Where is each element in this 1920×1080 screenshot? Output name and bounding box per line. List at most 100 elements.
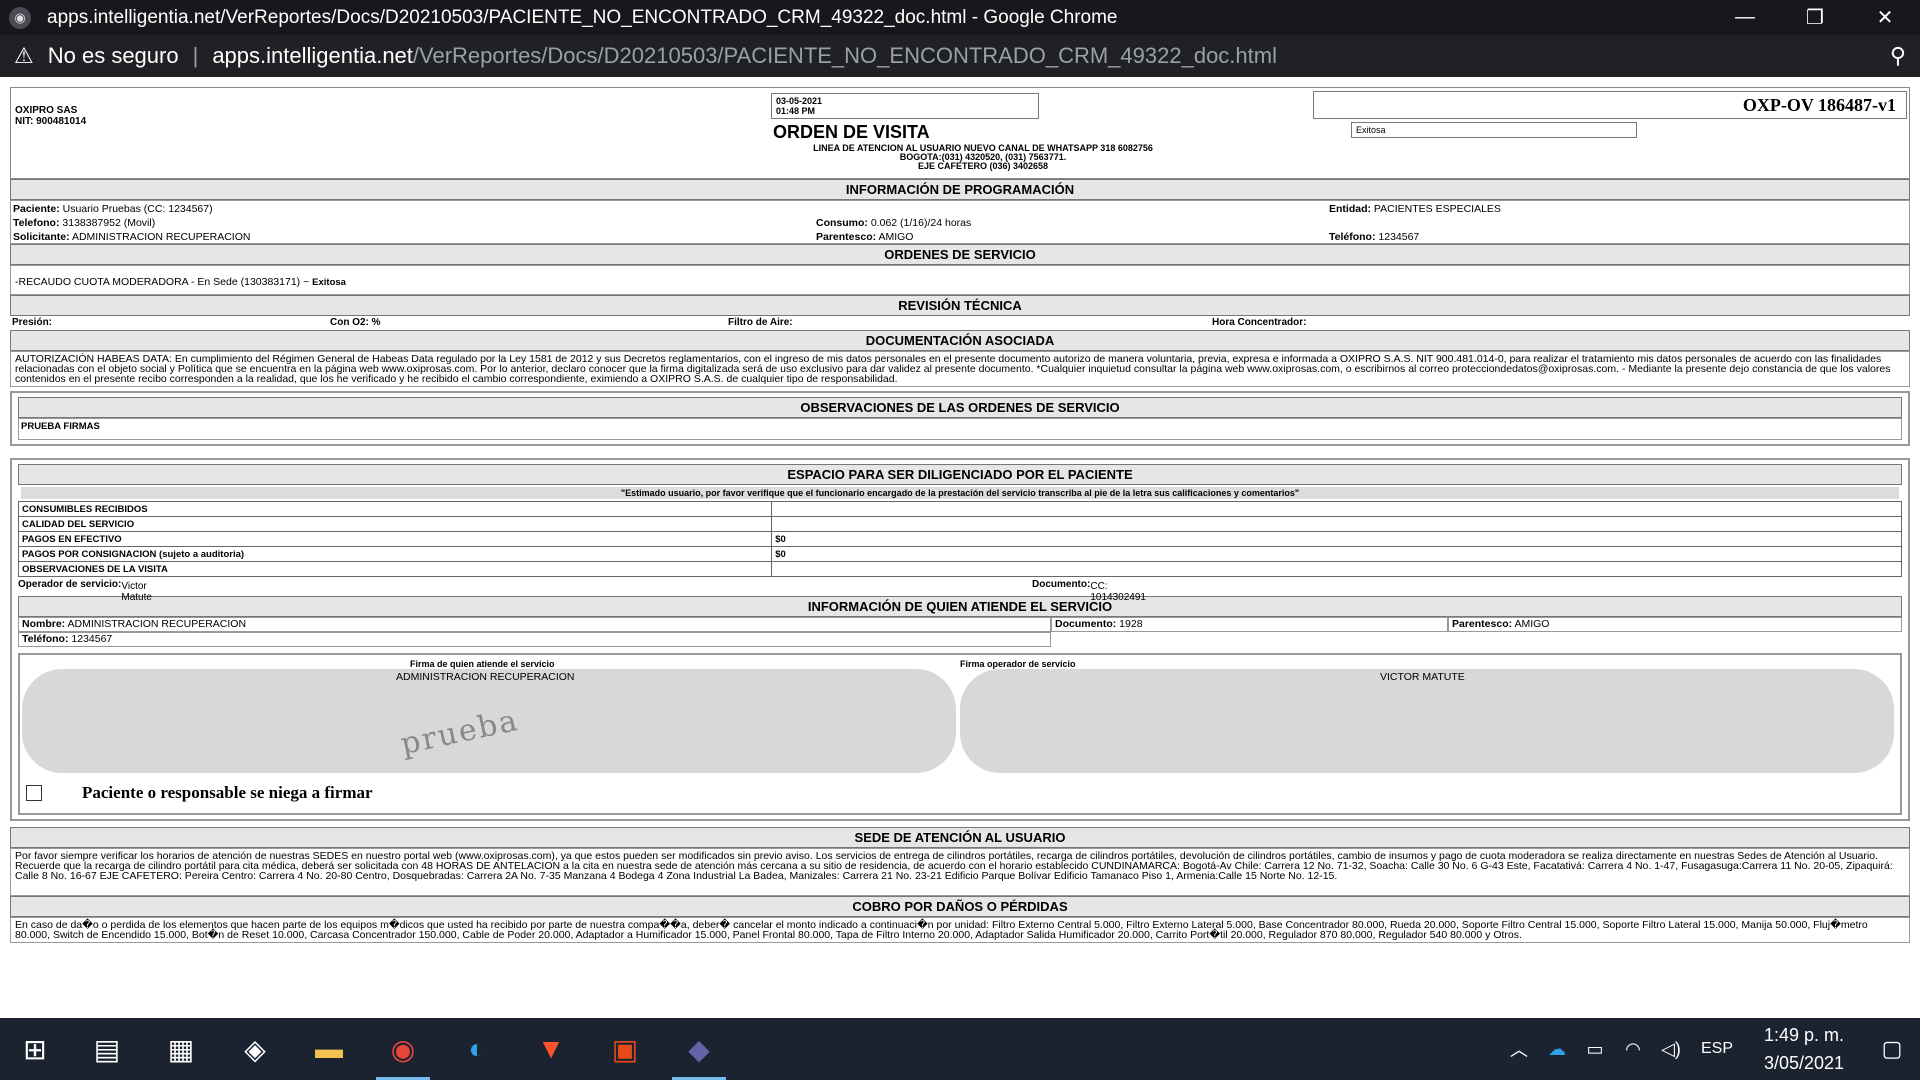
visit-date: 03-05-2021 [776, 96, 823, 106]
show-hidden-icons-chevron-icon[interactable]: ︿ [1500, 1036, 1538, 1062]
entity: PACIENTES ESPECIALES [1373, 203, 1501, 215]
notifications-icon[interactable]: ▢ [1864, 1036, 1920, 1062]
section-title: INFORMACIÓN DE QUIEN ATIENDE EL SERVICIO [18, 596, 1902, 617]
observations-panel: OBSERVACIONES DE LAS ORDENES DE SERVICIO… [10, 391, 1910, 446]
patient-name: Usuario Pruebas (CC: 1234567) [62, 203, 213, 215]
separator: | [192, 43, 199, 68]
notes-app-icon[interactable]: ◈ [218, 1018, 292, 1080]
row-label: CALIDAD DEL SERVICIO [17, 516, 773, 532]
separator: ~ [303, 276, 310, 288]
row-value [771, 561, 1902, 577]
section-title: INFORMACIÓN DE PROGRAMACIÓN [10, 179, 1910, 200]
page-content: OXIPRO SAS NIT: 900481014 03-05-2021 01:48… [0, 77, 1920, 1018]
title-bar: ◉ apps.intelligentia.net/VerReportes/Doc… [0, 0, 1920, 35]
wifi-icon[interactable]: ◠ [1614, 1039, 1652, 1060]
pressure-label: Presión: [12, 317, 53, 328]
taskbar: ⊞ ▤ ▦ ◈ ▬ ◉ ◐ ▼ ▣ ◆ ︿ ☁ ▭ ◠ ◁) ESP 1:49 … [0, 1018, 1920, 1080]
programming-info: Paciente: Usuario Pruebas (CC: 1234567) … [10, 200, 1910, 244]
field-label: Consumo: [816, 217, 868, 229]
zoom-icon[interactable]: ⚲ [1890, 43, 1906, 69]
row-label: PAGOS POR CONSIGNACION (sujeto a auditor… [17, 546, 773, 562]
attendee-signature-name: ADMINISTRACION RECUPERACION [396, 671, 575, 683]
table-row: CALIDAD DEL SERVICIO [17, 516, 1902, 532]
chrome-taskbar-icon[interactable]: ◉ [366, 1018, 440, 1080]
section-title: DOCUMENTACIÓN ASOCIADA [10, 330, 1910, 351]
operator-signature-pad[interactable] [960, 669, 1894, 773]
service-description: -RECAUDO CUOTA MODERADORA - En Sede (130… [15, 276, 301, 288]
attendee-relationship: AMIGO [1514, 618, 1550, 630]
field-label: Teléfono: [1329, 231, 1376, 243]
brave-icon[interactable]: ▼ [514, 1018, 588, 1080]
datetime-box: 03-05-2021 01:48 PM [771, 93, 1039, 119]
start-windows-icon[interactable]: ⊞ [0, 1018, 70, 1080]
field-label: Documento: [1032, 579, 1091, 590]
field-label: Parentesco: [1452, 618, 1513, 630]
row-label: CONSUMIBLES RECIBIDOS [17, 501, 773, 517]
visit-order-document: OXIPRO SAS NIT: 900481014 03-05-2021 01:48… [10, 87, 1910, 943]
calculator-icon[interactable]: ▦ [144, 1018, 218, 1080]
service-order-item: -RECAUDO CUOTA MODERADORA - En Sede (130… [10, 265, 1910, 295]
field-label: Nombre: [22, 618, 66, 630]
signature-label: Firma operador de servicio [960, 659, 1076, 669]
requester: ADMINISTRACION RECUPERACION [71, 231, 251, 243]
field-label: Paciente: [13, 203, 60, 215]
close-button[interactable]: ✕ [1850, 0, 1920, 35]
attendee-row: Teléfono: 1234567 [18, 632, 1902, 647]
url-path[interactable]: /VerReportes/Docs/D20210503/PACIENTE_NO_… [413, 43, 1277, 69]
section-title: SEDE DE ATENCIÓN AL USUARIO [10, 827, 1910, 848]
clock-date[interactable]: 3/05/2021 [1744, 1049, 1864, 1077]
service-state: Exitosa [312, 277, 346, 288]
teams-icon[interactable]: ◆ [662, 1018, 736, 1080]
address-bar[interactable]: ⚠ No es seguro | apps.intelligentia.net /… [0, 35, 1920, 77]
operator-line: Operador de servicio: Victor Matute Docu… [18, 577, 1902, 603]
window-title: apps.intelligentia.net/VerReportes/Docs/… [47, 6, 1118, 28]
section-title: OBSERVACIONES DE LAS ORDENES DE SERVICIO [18, 397, 1902, 418]
chrome-icon: ◉ [9, 6, 31, 29]
air-filter-label: Filtro de Aire: [728, 317, 793, 328]
office-icon[interactable]: ▣ [588, 1018, 662, 1080]
concentrator-hours-label: Hora Concentrador: [1212, 317, 1307, 328]
attendee-name: ADMINISTRACION RECUPERACION [67, 618, 247, 630]
service-locations-text: Por favor siempre verificar los horarios… [10, 848, 1910, 896]
order-status: Exitosa [1351, 122, 1637, 138]
relationship: AMIGO [878, 231, 914, 243]
field-label: Operador de servicio: [18, 579, 122, 590]
row-label: PAGOS EN EFECTIVO [17, 531, 773, 547]
refuse-sign-row: Paciente o responsable se niega a firmar [26, 783, 373, 803]
url-host[interactable]: apps.intelligentia.net [212, 43, 413, 69]
visit-time: 01:48 PM [776, 106, 816, 116]
clock-time[interactable]: 1:49 p. m. [1744, 1021, 1864, 1049]
edge-icon[interactable]: ◐ [440, 1018, 514, 1080]
file-explorer-icon[interactable]: ▬ [292, 1018, 366, 1080]
clock[interactable]: 1:49 p. m. 3/05/2021 [1744, 1021, 1864, 1077]
table-row: OBSERVACIONES DE LA VISITA [17, 561, 1902, 577]
entity-phone: 1234567 [1378, 231, 1420, 243]
volume-icon[interactable]: ◁) [1652, 1039, 1690, 1060]
damage-charges-text: En caso de da�o o perdida de los element… [10, 917, 1910, 943]
security-label[interactable]: No es seguro [48, 43, 179, 69]
section-title: ORDENES DE SERVICIO [10, 244, 1910, 265]
o2-label: Con O2: % [330, 317, 381, 328]
signature-area: Firma de quien atiende el servicio Firma… [18, 653, 1902, 815]
attendee-row: Nombre: ADMINISTRACION RECUPERACION Docu… [18, 617, 1902, 632]
patient-phone: 3138387952 (Movil) [62, 217, 156, 229]
task-view-icon[interactable]: ▤ [70, 1018, 144, 1080]
table-row: CONSUMIBLES RECIBIDOS [17, 501, 1902, 517]
field-label: Entidad: [1329, 203, 1371, 215]
field-label: Documento: [1055, 618, 1117, 630]
onedrive-icon[interactable]: ☁ [1538, 1039, 1576, 1060]
battery-icon[interactable]: ▭ [1576, 1039, 1614, 1060]
system-tray: ︿ ☁ ▭ ◠ ◁) ESP 1:49 p. m. 3/05/2021 ▢ [1500, 1018, 1920, 1080]
maximize-button[interactable]: ❐ [1780, 0, 1850, 35]
document-title: ORDEN DE VISITA [773, 122, 930, 142]
company-info: OXIPRO SAS NIT: 900481014 [15, 105, 86, 127]
contact-lines: LINEA DE ATENCION AL USUARIO NUEVO CANAL… [773, 144, 1193, 171]
observations-text: PRUEBA FIRMAS [18, 418, 1902, 440]
section-title: ESPACIO PARA SER DILIGENCIADO POR EL PAC… [18, 464, 1902, 485]
table-row: PAGOS EN EFECTIVO $0 [17, 531, 1902, 547]
warning-icon[interactable]: ⚠ [14, 43, 34, 69]
field-label: Solicitante: [13, 231, 70, 243]
language-indicator[interactable]: ESP [1690, 1040, 1744, 1058]
refuse-sign-checkbox[interactable] [26, 785, 42, 801]
minimize-button[interactable]: — [1710, 0, 1780, 35]
